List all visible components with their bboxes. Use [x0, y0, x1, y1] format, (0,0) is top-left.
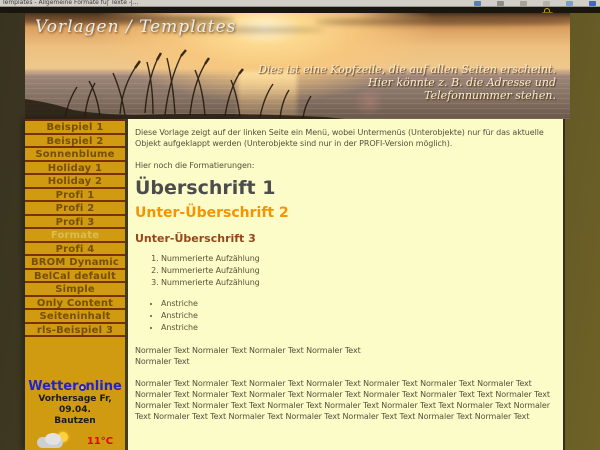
sidebar-item-holiday-1[interactable]: Holiday 1 [25, 162, 125, 176]
tab-seam [131, 0, 132, 7]
page: Templates - Allgemeine Formate für Texte… [0, 0, 600, 450]
header-tagline: Dies ist eine Kopfzeile, die auf allen S… [258, 63, 556, 102]
temperature-value: 11°C [87, 436, 113, 447]
heading-1: Überschrift 1 [135, 183, 556, 194]
numbered-list-item: Nummerierte Aufzählung [161, 253, 556, 265]
page-header-banner: Vorlagen / Templates Dies ist eine Kopfz… [25, 13, 570, 119]
normal-text-line: Normaler Text [135, 356, 556, 367]
sidebar-item-beispiel-1[interactable]: Beispiel 1 [25, 121, 125, 135]
sidebar-menu: Beispiel 1 Beispiel 2 Sonnenblume Holida… [25, 119, 125, 450]
main-content: Diese Vorlage zeigt auf der linken Seite… [128, 119, 565, 450]
printer-icon[interactable] [474, 1, 481, 6]
sidebar-item-brom-dynamic[interactable]: BROM Dynamic [25, 256, 125, 270]
sun-behind-cloud-icon [37, 432, 71, 450]
brand-prefix: Wetter [28, 379, 78, 394]
sun-ring-icon [79, 384, 86, 391]
mail-icon[interactable] [520, 1, 527, 6]
intro-paragraph: Diese Vorlage zeigt auf der linken Seite… [135, 127, 556, 149]
bullet-list-item: Anstriche [161, 298, 556, 310]
sidebar-item-beispiel-2[interactable]: Beispiel 2 [25, 135, 125, 149]
brand-suffix: nline [86, 379, 122, 394]
wetteronline-logo[interactable]: Wetter nline [25, 379, 125, 394]
tagline-line: Dies ist eine Kopfzeile, die auf allen S… [258, 63, 556, 76]
sidebar-item-holiday-2[interactable]: Holiday 2 [25, 175, 125, 189]
sidebar-item-rls-beispiel-3[interactable]: rls-Beispiel 3 [25, 324, 125, 338]
browser-toolbar-icons [474, 1, 596, 6]
favorites-icon[interactable] [543, 1, 550, 6]
formats-line: Hier noch die Formatierungen: [135, 160, 556, 171]
forecast-date: Vorhersage Fr, 09.04. [25, 394, 125, 416]
browser-title-text: Templates - Allgemeine Formate für Texte… [2, 0, 139, 6]
normal-text-line: Normaler Text Normaler Text Normaler Tex… [135, 345, 556, 356]
weather-widget: Wetter nline Vorhersage Fr, 09.04. Bautze… [25, 379, 125, 450]
tab-seam [107, 0, 108, 7]
window-icon[interactable] [497, 1, 504, 6]
sidebar-item-profi-4[interactable]: Profi 4 [25, 243, 125, 257]
sidebar-item-only-content[interactable]: Only Content [25, 297, 125, 311]
sidebar-item-profi-3[interactable]: Profi 3 [25, 216, 125, 230]
sidebar-item-belcal-default[interactable]: BelCal default [25, 270, 125, 284]
site-title: Vorlagen / Templates [35, 17, 236, 37]
heading-2: Unter-Überschrift 2 [135, 208, 556, 219]
sidebar-item-formate[interactable]: Formate [25, 229, 125, 243]
sidebar-item-profi-1[interactable]: Profi 1 [25, 189, 125, 203]
sidebar-item-profi-2[interactable]: Profi 2 [25, 202, 125, 216]
bullet-list: Anstriche Anstriche Anstriche [135, 298, 556, 334]
bullet-list-item: Anstriche [161, 310, 556, 322]
heading-3: Unter-Überschrift 3 [135, 233, 556, 244]
cloud-icon [45, 433, 61, 445]
messenger-icon[interactable] [589, 1, 596, 6]
tagline-line: Telefonnummer stehen. [258, 89, 556, 102]
numbered-list-item: Nummerierte Aufzählung [161, 277, 556, 289]
forecast-city: Bautzen [25, 416, 125, 427]
normal-text-paragraph-1: Normaler Text Normaler Text Normaler Tex… [135, 345, 556, 367]
bullet-list-item: Anstriche [161, 322, 556, 334]
tagline-line: Hier könnte z. B. die Adresse und [258, 76, 556, 89]
numbered-list-item: Nummerierte Aufzählung [161, 265, 556, 277]
sidebar-item-seiteninhalt[interactable]: Seiteninhalt [25, 310, 125, 324]
browser-titlebar: Templates - Allgemeine Formate für Texte… [0, 0, 600, 7]
sidebar-item-sonnenblume[interactable]: Sonnenblume [25, 148, 125, 162]
sidebar-item-simple[interactable]: Simple [25, 283, 125, 297]
normal-text-paragraph-2: Normaler Text Normaler Text Normaler Tex… [135, 378, 556, 422]
edit-icon[interactable] [566, 1, 573, 6]
numbered-list: Nummerierte Aufzählung Nummerierte Aufzä… [135, 253, 556, 289]
